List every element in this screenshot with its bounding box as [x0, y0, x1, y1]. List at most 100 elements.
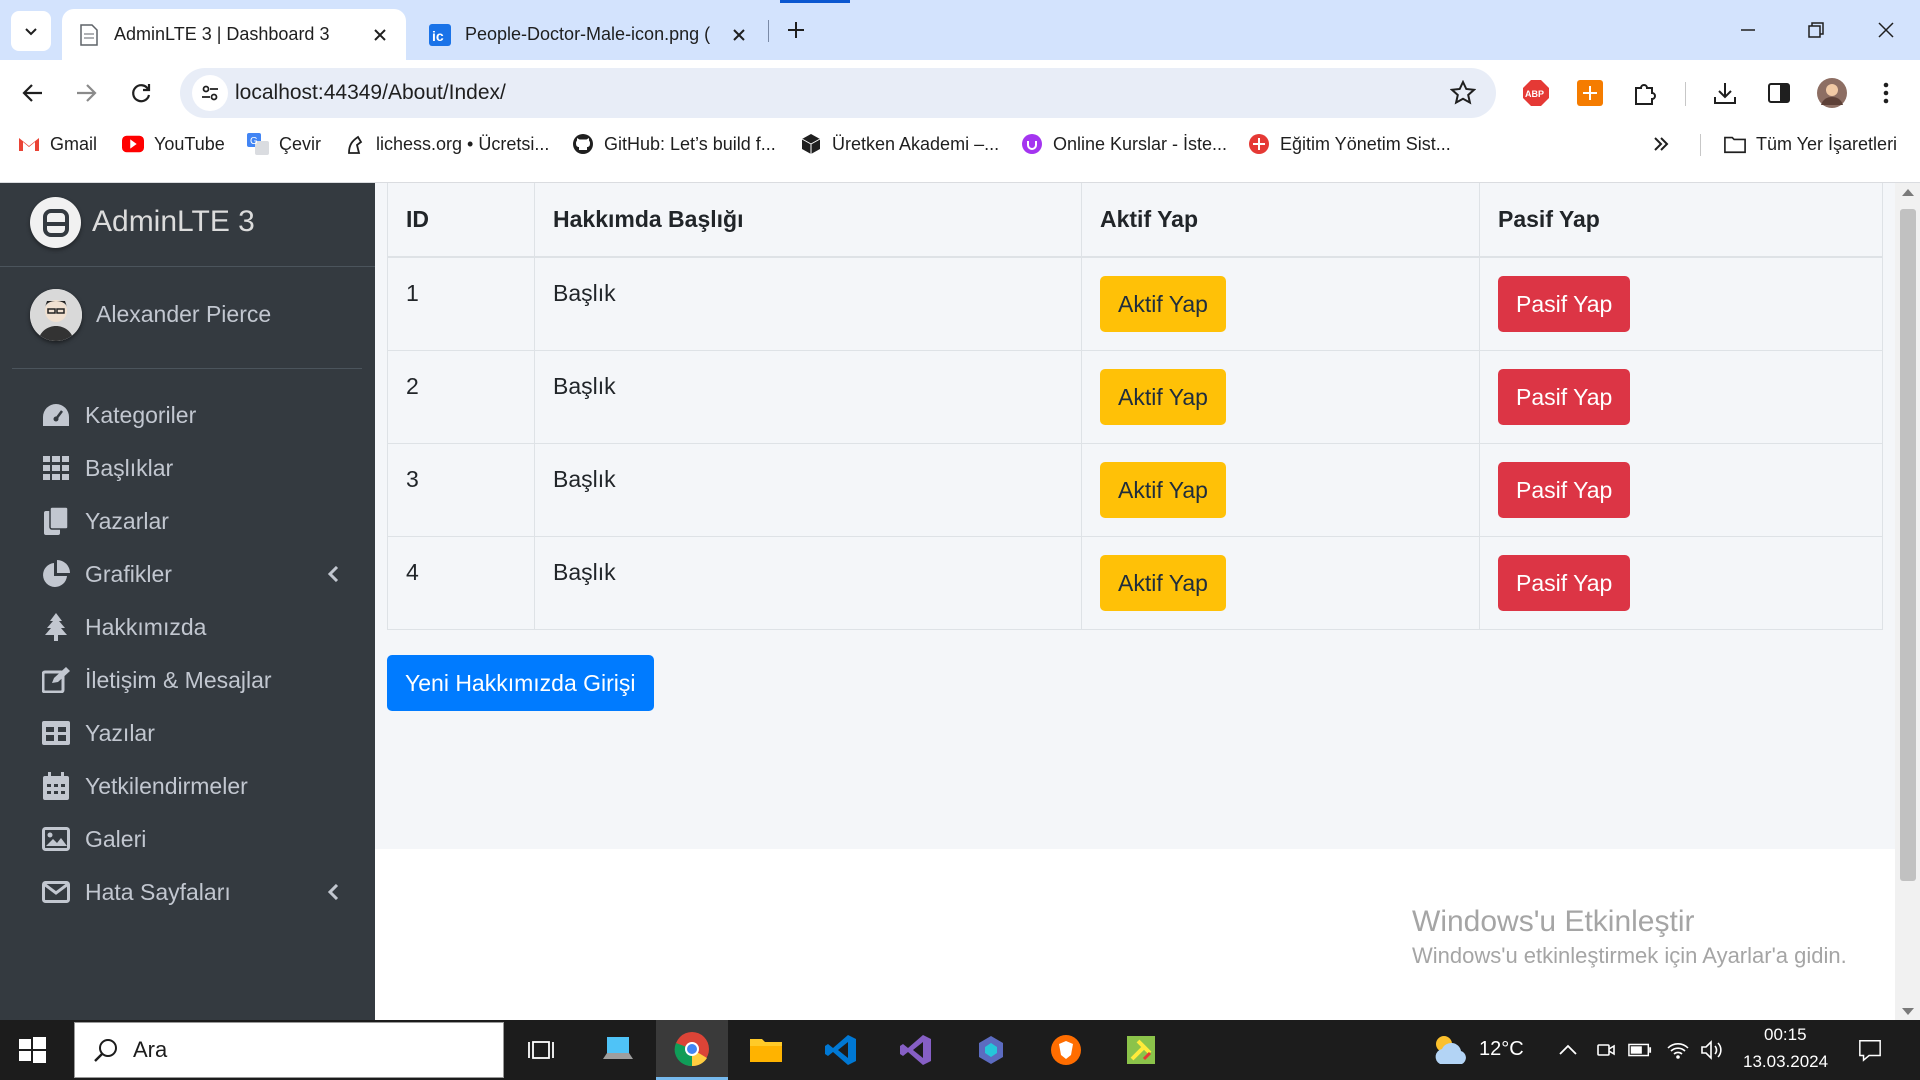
taskbar-app-visual-studio[interactable]	[880, 1020, 952, 1080]
brand-link[interactable]: AdminLTE 3	[0, 183, 375, 267]
user-name[interactable]: Alexander Pierce	[96, 301, 271, 328]
user-panel: Alexander Pierce	[12, 267, 362, 369]
bookmark-label: YouTube	[154, 133, 225, 154]
tab-search-button[interactable]	[11, 11, 51, 51]
bookmark-lichess[interactable]: lichess.org • Ücretsi...	[344, 126, 549, 162]
svg-text:ABP: ABP	[1525, 89, 1544, 99]
row-title: Başlık	[534, 535, 1082, 630]
plus-icon	[788, 22, 804, 38]
new-tab-button[interactable]	[780, 14, 812, 46]
orange-extension[interactable]	[1570, 73, 1610, 113]
meet-now-icon[interactable]	[1594, 1038, 1618, 1062]
windows-activation-title: Windows'u Etkinleştir	[1412, 905, 1695, 938]
table-header-row: ID Hakkımda Başlığı Aktif Yap Pasif Yap	[387, 183, 1883, 258]
close-tab-icon[interactable]	[725, 21, 753, 49]
chevron-up-icon[interactable]	[1556, 1038, 1580, 1062]
notification-icon[interactable]	[1858, 1038, 1882, 1062]
deactivate-cell: Pasif Yap	[1479, 535, 1883, 630]
deactivate-button[interactable]: Pasif Yap	[1498, 461, 1631, 518]
taskbar-search-box[interactable]: Ara	[74, 1022, 504, 1078]
minimize-button[interactable]	[1720, 8, 1776, 52]
double-chevron-right-icon	[1654, 137, 1669, 151]
battery-icon[interactable]	[1628, 1038, 1652, 1062]
sidebar-item-label: Yazılar	[85, 719, 155, 746]
column-header-title: Hakkımda Başlığı	[534, 183, 1082, 258]
pie-chart-icon	[40, 558, 72, 590]
address-bar[interactable]: localhost:44349/About/Index/	[180, 68, 1496, 118]
weather-temperature[interactable]: 12°C	[1479, 1038, 1524, 1061]
url-text[interactable]: localhost:44349/About/Index/	[235, 81, 506, 105]
bookmark-gmail[interactable]: Gmail	[18, 126, 97, 162]
close-window-button[interactable]	[1858, 8, 1914, 52]
taskbar-app-tools[interactable]	[1105, 1020, 1177, 1080]
table-row: 3 Başlık Aktif Yap Pasif Yap	[387, 442, 1883, 537]
tab-doctor-icon[interactable]: ic People-Doctor-Male-icon.png (	[415, 9, 765, 60]
side-panel-button[interactable]	[1759, 73, 1799, 113]
table-row: 1 Başlık Aktif Yap Pasif Yap	[387, 256, 1883, 351]
browser-menu-button[interactable]	[1866, 73, 1906, 113]
activate-button[interactable]: Aktif Yap	[1100, 368, 1226, 425]
row-id: 1	[387, 256, 535, 351]
main-sidebar: AdminLTE 3 Alexander Pierce Kategoriler …	[0, 183, 375, 1020]
taskbar-app-copilot[interactable]	[955, 1020, 1027, 1080]
page-icon	[78, 23, 100, 46]
sidebar-item-label: Yazarlar	[85, 507, 169, 534]
back-button[interactable]	[11, 71, 55, 115]
search-icon	[94, 1039, 117, 1062]
bookmark-udemy[interactable]: Online Kurslar - İste...	[1021, 126, 1227, 162]
taskbar-app-file-explorer[interactable]	[730, 1020, 802, 1080]
scroll-down-arrow-icon[interactable]	[1902, 1008, 1914, 1015]
taskbar-app-laptop[interactable]	[582, 1020, 654, 1080]
downloads-button[interactable]	[1705, 73, 1745, 113]
bookmark-label: Online Kurslar - İste...	[1053, 133, 1228, 154]
clock-time[interactable]: 00:15	[1764, 1025, 1807, 1045]
taskbar-app-vscode[interactable]	[805, 1020, 877, 1080]
scroll-up-arrow-icon[interactable]	[1902, 189, 1914, 196]
restore-button[interactable]	[1788, 8, 1844, 52]
bookmarks-overflow-button[interactable]	[1652, 126, 1670, 162]
activate-button[interactable]: Aktif Yap	[1100, 461, 1226, 518]
deactivate-button[interactable]: Pasif Yap	[1498, 554, 1631, 611]
clock-date[interactable]: 13.03.2024	[1743, 1052, 1828, 1072]
scrollbar-thumb[interactable]	[1900, 209, 1916, 881]
deactivate-button[interactable]: Pasif Yap	[1498, 368, 1631, 425]
row-title: Başlık	[534, 349, 1082, 444]
weather-cloud-icon[interactable]	[1430, 1032, 1472, 1068]
new-about-entry-button[interactable]: Yeni Hakkımızda Girişi	[387, 655, 654, 711]
bookmarks-bar: Gmail YouTube G Çevir lichess.org • Ücre…	[0, 126, 1920, 162]
bookmark-egitim[interactable]: Eğitim Yönetim Sist...	[1248, 126, 1451, 162]
task-view-button[interactable]	[505, 1020, 577, 1080]
all-bookmarks-button[interactable]: Tüm Yer İşaretleri	[1724, 126, 1897, 162]
sidebar-item-hata-sayfalari[interactable]: Hata Sayfaları	[0, 860, 375, 924]
reload-button[interactable]	[119, 71, 163, 115]
sidebar-item-label: Galeri	[85, 825, 147, 852]
tab-admin-dashboard[interactable]: AdminLTE 3 | Dashboard 3	[62, 9, 406, 60]
avatar[interactable]	[30, 289, 82, 341]
volume-icon[interactable]	[1700, 1038, 1724, 1062]
brand-text: AdminLTE 3	[92, 205, 255, 238]
extensions-button[interactable]	[1625, 73, 1665, 113]
visual-studio-icon	[900, 1035, 931, 1065]
bookmark-star-icon[interactable]	[1450, 80, 1476, 106]
taskbar-app-chrome[interactable]	[656, 1020, 728, 1080]
bookmark-uretken[interactable]: Üretken Akademi –...	[800, 126, 999, 162]
forward-button[interactable]	[64, 71, 108, 115]
bookmark-youtube[interactable]: YouTube	[122, 126, 225, 162]
youtube-icon	[122, 133, 144, 155]
more-vertical-icon	[1883, 82, 1889, 104]
wifi-icon[interactable]	[1666, 1038, 1690, 1062]
taskbar-app-brave[interactable]	[1030, 1020, 1102, 1080]
bookmark-label: Çevir	[279, 133, 322, 154]
windows-start-icon[interactable]	[16, 1034, 48, 1066]
bookmark-translate[interactable]: G Çevir	[247, 126, 321, 162]
site-info-button[interactable]	[192, 75, 228, 111]
close-tab-icon[interactable]	[366, 21, 394, 49]
activate-button[interactable]: Aktif Yap	[1100, 276, 1226, 332]
bookmark-github[interactable]: GitHub: Let’s build f...	[572, 126, 776, 162]
profile-button[interactable]	[1812, 73, 1852, 113]
puzzle-icon	[1635, 84, 1656, 105]
adblock-extension[interactable]: ABP	[1516, 73, 1556, 113]
activate-button[interactable]: Aktif Yap	[1100, 554, 1226, 611]
page-scrollbar[interactable]	[1895, 183, 1920, 1020]
deactivate-button[interactable]: Pasif Yap	[1498, 276, 1631, 332]
